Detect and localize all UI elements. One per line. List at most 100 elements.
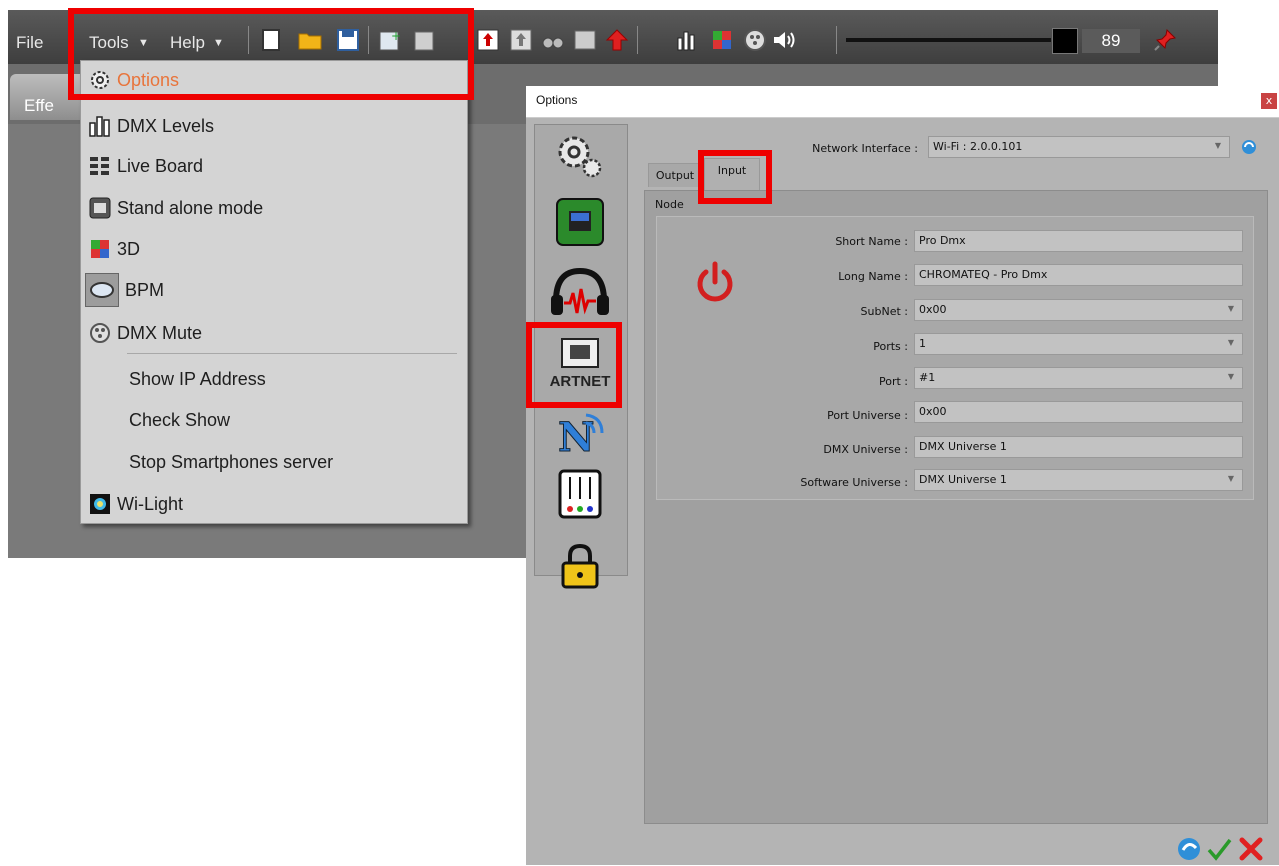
- menu-item-label: 3D: [117, 238, 141, 259]
- menu-item-label: Live Board: [117, 155, 204, 176]
- menu-item-label: Stop Smartphones server: [129, 451, 334, 472]
- toolbar-separator: [836, 26, 837, 54]
- menu-item-wi-light[interactable]: Wi-Light: [81, 487, 467, 521]
- menu-item-check-show[interactable]: Check Show: [81, 403, 467, 437]
- menu-item-dmx-levels[interactable]: DMX Levels: [81, 109, 467, 143]
- menu-item-label: Show IP Address: [129, 368, 266, 389]
- edit-scene-icon[interactable]: [412, 27, 438, 53]
- sidebar-item-general[interactable]: [545, 128, 615, 188]
- menu-item-options[interactable]: Options: [81, 63, 467, 97]
- port-universe-label: Port Universe :: [827, 409, 908, 422]
- menu-item-label: Check Show: [129, 409, 231, 430]
- dialog-titlebar: [526, 86, 1279, 118]
- network-interface-select[interactable]: Wi-Fi : 2.0.0.101: [928, 136, 1230, 158]
- headphones-icon: [548, 265, 612, 321]
- menu-item-label: BPM: [125, 279, 165, 300]
- tab-input[interactable]: Input: [704, 158, 760, 190]
- software-universe-label: Software Universe :: [800, 476, 908, 489]
- menu-item-3d[interactable]: 3D: [81, 232, 467, 266]
- ethernet-port-icon: [560, 337, 600, 373]
- dmx-levels-icon[interactable]: [675, 27, 701, 53]
- short-name-field[interactable]: Pro Dmx: [914, 230, 1243, 252]
- network-interface-label: Network Interface :: [812, 142, 918, 155]
- toolbar-separator: [637, 26, 638, 54]
- tools-chevron-icon: ▼: [138, 37, 149, 49]
- port-universe-field[interactable]: 0x00: [914, 401, 1243, 423]
- menu-item-stop-smartphones-server[interactable]: Stop Smartphones server: [81, 445, 467, 479]
- refresh-icon[interactable]: [1240, 138, 1258, 156]
- n-wireless-icon: N: [552, 407, 608, 462]
- subnet-select[interactable]: 0x00: [914, 299, 1243, 321]
- artnet-label: ARTNET: [549, 372, 611, 390]
- sidebar-item-network[interactable]: N: [545, 404, 615, 464]
- long-name-field[interactable]: CHROMATEQ - Pro Dmx: [914, 264, 1243, 286]
- subnet-label: SubNet :: [860, 305, 908, 318]
- binoculars-icon[interactable]: [540, 27, 566, 53]
- close-icon[interactable]: x: [1261, 93, 1277, 109]
- tools-dropdown-menu: Options DMX Levels Live Board Stand alon…: [80, 60, 468, 524]
- mute-icon: [89, 322, 111, 344]
- sidebar-item-hardware[interactable]: [545, 194, 615, 254]
- image-icon[interactable]: [572, 27, 598, 53]
- tab-effects[interactable]: Effe: [10, 74, 88, 120]
- menu-item-label: Stand alone mode: [117, 197, 264, 218]
- volume-slider-handle[interactable]: [1052, 28, 1078, 54]
- pin-icon[interactable]: [1152, 27, 1178, 53]
- sidebar-item-security[interactable]: [545, 538, 615, 598]
- upload-icon[interactable]: [508, 27, 534, 53]
- disc-icon: [85, 273, 119, 307]
- mixer-icon: [558, 469, 602, 523]
- ports-label: Ports :: [873, 340, 908, 353]
- tab-output[interactable]: Output: [648, 163, 702, 187]
- software-universe-select[interactable]: DMX Universe 1: [914, 469, 1243, 491]
- ports-select[interactable]: 1: [914, 333, 1243, 355]
- port-label: Port :: [878, 375, 908, 388]
- circuit-board-icon: [555, 197, 605, 251]
- new-file-icon[interactable]: [258, 27, 284, 53]
- menu-separator: [127, 353, 457, 354]
- up-arrow-icon[interactable]: [604, 27, 630, 53]
- menu-item-stand-alone-mode[interactable]: Stand alone mode: [81, 191, 467, 225]
- menu-item-show-ip-address[interactable]: Show IP Address: [81, 362, 467, 396]
- dmx-universe-label: DMX Universe :: [823, 443, 908, 456]
- svg-text:N: N: [558, 414, 595, 457]
- save-icon[interactable]: [335, 27, 361, 53]
- help-chevron-icon: ▼: [213, 37, 224, 49]
- power-icon: [690, 258, 740, 308]
- menu-item-live-board[interactable]: Live Board: [81, 149, 467, 183]
- device-icon: [89, 197, 111, 219]
- dialog-title: Options: [536, 93, 578, 107]
- menu-item-bpm[interactable]: BPM: [81, 273, 467, 307]
- volume-value[interactable]: 89: [1082, 29, 1140, 53]
- sidebar-item-mixer[interactable]: [545, 466, 615, 526]
- node-group-title: Node: [655, 198, 684, 211]
- sidebar-item-audio[interactable]: [545, 263, 615, 323]
- short-name-label: Short Name :: [835, 235, 908, 248]
- menu-item-label: DMX Mute: [117, 322, 203, 343]
- add-scene-icon[interactable]: +: [377, 27, 403, 53]
- file-menu[interactable]: File: [16, 33, 43, 53]
- sidebar-item-artnet[interactable]: ARTNET: [545, 332, 615, 394]
- menu-item-label: Wi-Light: [117, 493, 184, 514]
- svg-text:+: +: [391, 29, 401, 43]
- cube-icon: [89, 238, 111, 260]
- open-folder-icon[interactable]: [297, 27, 323, 53]
- volume-slider[interactable]: [846, 38, 1051, 42]
- toolbar-separator: [368, 26, 369, 54]
- bar-chart-icon: [89, 115, 111, 137]
- export-icon[interactable]: [475, 27, 501, 53]
- cancel-x-icon[interactable]: [1238, 836, 1264, 862]
- toolbar-separator: [248, 26, 249, 54]
- dmx-universe-field[interactable]: DMX Universe 1: [914, 436, 1243, 458]
- 3d-cube-icon[interactable]: [709, 27, 735, 53]
- speaker-icon[interactable]: [772, 27, 798, 53]
- help-menu[interactable]: Help: [170, 33, 205, 53]
- tools-menu[interactable]: Tools: [89, 33, 129, 53]
- apply-icon[interactable]: [1176, 836, 1202, 862]
- wi-light-icon: [89, 493, 111, 515]
- port-select[interactable]: #1: [914, 367, 1243, 389]
- menu-item-dmx-mute[interactable]: DMX Mute: [81, 316, 467, 350]
- dmx-mute-icon[interactable]: [742, 27, 768, 53]
- ok-check-icon[interactable]: [1206, 836, 1232, 862]
- gears-icon: [552, 130, 608, 186]
